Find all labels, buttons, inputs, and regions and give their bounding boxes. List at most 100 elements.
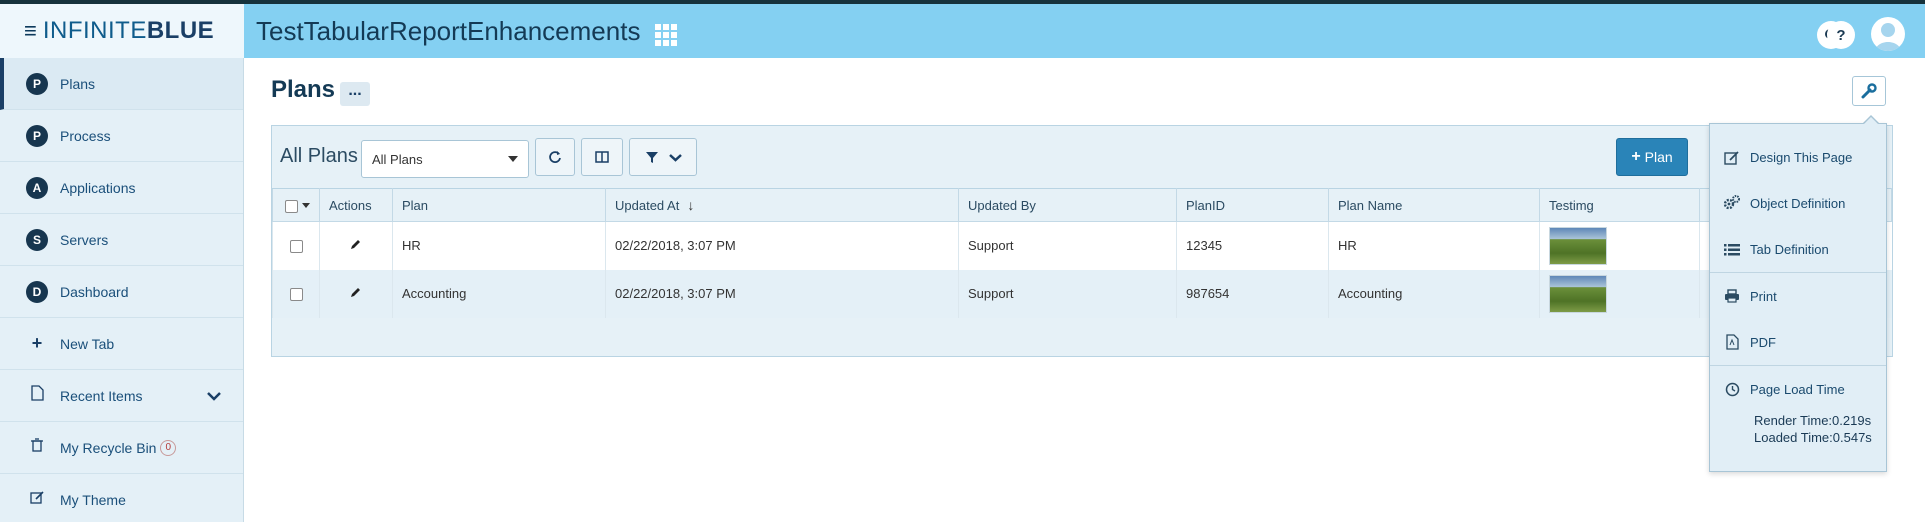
- edit-pencil-icon[interactable]: [350, 286, 362, 298]
- menu-item-page-load-time[interactable]: Page Load Time: [1710, 366, 1886, 412]
- menu-item-tab-definition[interactable]: Tab Definition: [1710, 226, 1886, 272]
- plus-icon: +: [31, 333, 43, 353]
- applications-badge-icon: A: [26, 176, 48, 199]
- print-icon: [1722, 289, 1742, 303]
- sidebar-item-label: My Recycle Bin: [60, 439, 157, 456]
- view-select-value: All Plans: [372, 152, 423, 167]
- cell-updated-at: 02/22/2018, 3:07 PM: [605, 269, 959, 318]
- sidebar-item-recent-items[interactable]: Recent Items: [0, 370, 243, 422]
- brand-area: ≡ INFINITEBLUE: [0, 4, 244, 58]
- cell-testimg: [1539, 221, 1700, 270]
- help-button[interactable]: ?: [1827, 21, 1855, 49]
- columns-button[interactable]: [581, 138, 623, 176]
- sidebar-item-plans[interactable]: P Plans: [0, 58, 243, 110]
- title-more-button[interactable]: ...: [340, 82, 370, 106]
- refresh-button[interactable]: [535, 138, 575, 176]
- menu-item-design-page[interactable]: Design This Page: [1710, 134, 1886, 180]
- sidebar-item-label: Servers: [60, 231, 109, 248]
- row-checkbox[interactable]: [290, 240, 303, 254]
- menu-item-pdf[interactable]: PDF: [1710, 319, 1886, 365]
- cell-plan-id: 12345: [1176, 221, 1329, 270]
- refresh-icon: [549, 151, 561, 163]
- process-badge-icon: P: [26, 124, 48, 147]
- clock-icon: [1722, 382, 1742, 397]
- menu-item-label: Tab Definition: [1750, 241, 1829, 257]
- avatar[interactable]: [1871, 17, 1905, 51]
- menu-item-label: Design This Page: [1750, 149, 1853, 165]
- plus-icon: +: [1631, 148, 1641, 165]
- page-tools-button[interactable]: [1852, 76, 1886, 106]
- landscape-thumbnail[interactable]: [1549, 226, 1607, 265]
- document-icon: [26, 385, 48, 406]
- view-select[interactable]: All Plans: [361, 140, 529, 178]
- sidebar-item-label: New Tab: [60, 335, 115, 352]
- column-header-plan[interactable]: Plan: [392, 188, 606, 222]
- chevron-down-icon[interactable]: [207, 388, 221, 404]
- sidebar-item-my-theme[interactable]: My Theme: [0, 474, 243, 522]
- cell-plan: Accounting: [392, 269, 606, 318]
- sidebar-item-process[interactable]: P Process: [0, 110, 243, 162]
- apps-grid-icon[interactable]: [655, 24, 679, 46]
- sidebar-item-label: Dashboard: [60, 283, 129, 300]
- filter-icon: [645, 151, 658, 163]
- menu-item-label: Object Definition: [1750, 195, 1846, 211]
- sidebar-item-new-tab[interactable]: + New Tab: [0, 318, 243, 370]
- menu-item-print[interactable]: Print: [1710, 273, 1886, 319]
- recycle-count-badge: 0: [160, 439, 177, 456]
- list-icon: [1722, 243, 1742, 256]
- logo[interactable]: INFINITEBLUE: [43, 17, 214, 45]
- column-header-updated-by[interactable]: Updated By: [958, 188, 1177, 222]
- help-icon: ?: [1836, 26, 1846, 44]
- hamburger-menu-icon[interactable]: ≡: [24, 20, 37, 42]
- edit-pencil-icon[interactable]: [350, 238, 362, 250]
- sort-down-arrow-icon: ↓: [687, 197, 695, 213]
- row-actions-cell: [319, 221, 393, 270]
- edit-icon: [1722, 150, 1742, 165]
- plans-table: Actions Plan Updated At ↓ Updated By Plan…: [272, 188, 1892, 318]
- sidebar-item-label: Plans: [60, 75, 96, 92]
- add-plan-label: Plan: [1644, 149, 1673, 165]
- sidebar-item-applications[interactable]: A Applications: [0, 162, 243, 214]
- cell-plan-name: Accounting: [1328, 269, 1540, 318]
- menu-arrow-inner: [1863, 117, 1879, 125]
- sidebar-item-dashboard[interactable]: D Dashboard: [0, 266, 243, 318]
- plans-badge-icon: P: [26, 72, 48, 95]
- sidebar-item-recycle-bin[interactable]: My Recycle Bin 0: [0, 422, 243, 474]
- trash-icon: [26, 438, 48, 457]
- table-row[interactable]: Accounting 02/22/2018, 3:07 PM Support 9…: [272, 269, 1892, 318]
- sidebar: P Plans P Process A Applications S Serve…: [0, 58, 244, 522]
- page-title: Plans: [271, 76, 336, 103]
- dashboard-badge-icon: D: [26, 280, 48, 303]
- logo-prefix: INFINITE: [42, 17, 147, 44]
- column-header-plan-id[interactable]: PlanID: [1176, 188, 1329, 222]
- menu-item-object-definition[interactable]: Object Definition: [1710, 180, 1886, 226]
- view-label: All Plans: [280, 145, 358, 167]
- sidebar-item-label: Process: [60, 127, 111, 144]
- user-avatar-icon: [1875, 23, 1901, 51]
- row-checkbox[interactable]: [290, 288, 303, 302]
- table-row[interactable]: HR 02/22/2018, 3:07 PM Support 12345 HR …: [272, 221, 1892, 270]
- chevron-down-icon: [668, 153, 682, 162]
- add-plan-button[interactable]: + Plan: [1616, 138, 1688, 176]
- column-header-actions[interactable]: Actions: [319, 188, 393, 222]
- column-header-testimg[interactable]: Testimg: [1539, 188, 1700, 222]
- render-time: Render Time:0.219s: [1754, 413, 1872, 428]
- row-select-cell: [272, 221, 320, 270]
- servers-badge-icon: S: [26, 228, 48, 251]
- sidebar-item-servers[interactable]: S Servers: [0, 214, 243, 266]
- menu-item-label: Page Load Time: [1750, 381, 1845, 397]
- page-tools-menu: Design This Page Object Definition Tab D…: [1709, 123, 1887, 472]
- column-header-updated-at[interactable]: Updated At ↓: [605, 188, 959, 222]
- cell-plan: HR: [392, 221, 606, 270]
- cell-updated-by: Support: [958, 269, 1177, 318]
- column-header-plan-name[interactable]: Plan Name: [1328, 188, 1540, 222]
- select-all-header[interactable]: [272, 188, 320, 222]
- filter-button[interactable]: [629, 138, 697, 176]
- cell-updated-at: 02/22/2018, 3:07 PM: [605, 221, 959, 270]
- select-all-checkbox[interactable]: [285, 199, 298, 213]
- caret-down-icon: [508, 156, 518, 162]
- plans-list-panel: All Plans All Plans + Plan Actions Plan …: [271, 125, 1893, 357]
- app-title: TestTabularReportEnhancements: [256, 16, 641, 46]
- landscape-thumbnail[interactable]: [1549, 274, 1607, 313]
- columns-icon: [595, 151, 609, 163]
